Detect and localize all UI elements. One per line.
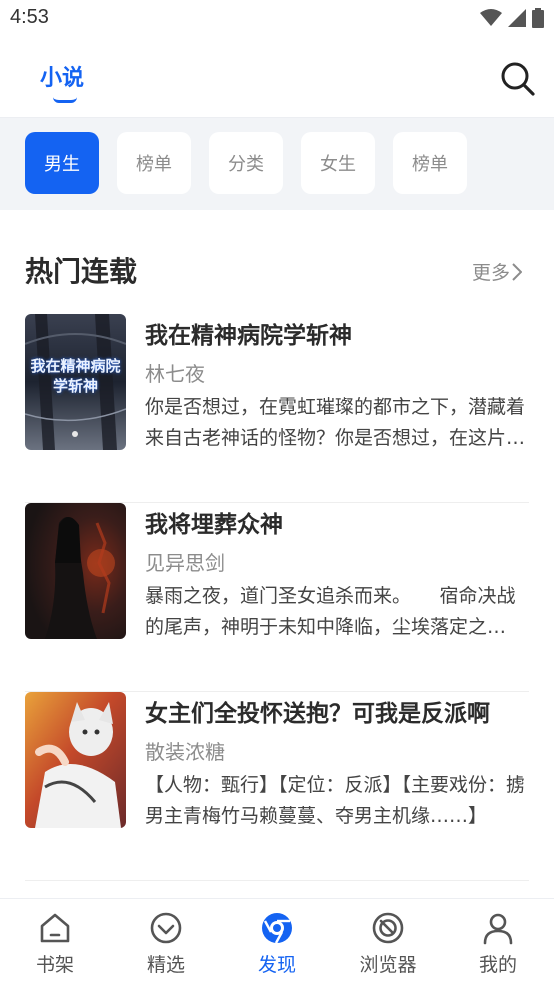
section-title: 热门连载 [25, 255, 138, 288]
discover-icon [262, 913, 292, 944]
tab-discover[interactable]: 发现 [237, 911, 317, 981]
battery-icon [532, 8, 544, 28]
book-cover[interactable] [25, 503, 126, 639]
book-title[interactable]: 我将埋葬众神 [145, 505, 530, 539]
chip-category[interactable]: 分类 [209, 132, 283, 194]
chip-ranking[interactable]: 榜单 [117, 132, 191, 194]
tab-bookshelf[interactable]: 书架 [15, 911, 95, 981]
tab-label: 书架 [35, 954, 74, 976]
more-label: 更多 [472, 262, 511, 284]
category-chip-bar: 男生 榜单 分类 女生 榜单 [0, 118, 554, 210]
tab-label: 精选 [146, 954, 185, 976]
book-cover-art [25, 503, 126, 639]
bottom-tab-bar: 书架 精选 发现 浏览器 我的 [0, 898, 554, 986]
divider [25, 880, 529, 881]
book-item[interactable]: 女主们全投怀送抱？可我是反派啊 散装浓糖 【人物：甄行】【定位：反派】【主要戏份… [0, 692, 554, 881]
top-header: 小说 [0, 40, 554, 118]
book-title[interactable]: 女主们全投怀送抱？可我是反派啊 [145, 694, 530, 728]
tab-browser[interactable]: 浏览器 [348, 911, 428, 981]
book-cover[interactable]: 我在精神病院学斩神 [25, 314, 126, 450]
book-cover[interactable] [25, 692, 126, 828]
book-cover-title: 我在精神病院学斩神 [30, 357, 121, 395]
status-icons [480, 8, 544, 28]
book-item[interactable]: 我在精神病院学斩神 我在精神病院学斩神 林七夜 你是否想过，在霓虹璀璨的都市之下… [0, 314, 554, 503]
tab-profile[interactable]: 我的 [458, 911, 538, 981]
chip-ranking-2[interactable]: 榜单 [393, 132, 467, 194]
tab-indicator [53, 97, 77, 103]
more-button[interactable]: 更多 [472, 258, 523, 285]
chevron-right-icon [512, 262, 523, 281]
book-item[interactable]: 我将埋葬众神 见异思剑 暴雨之夜，道门圣女追杀而来。 宿命决战的尾声，神明于未知… [0, 503, 554, 692]
book-description: 你是否想过，在霓虹璀璨的都市之下，潜藏着来自古老神话的怪物？你是否想过，在这片繁… [145, 396, 526, 449]
tab-label: 我的 [478, 954, 517, 976]
status-time: 4:53 [10, 6, 49, 28]
chip-female[interactable]: 女生 [301, 132, 375, 194]
profile-icon [483, 913, 513, 945]
status-bar: 4:53 [0, 0, 554, 40]
tab-label: 浏览器 [359, 954, 417, 976]
tab-novel[interactable]: 小说 [40, 60, 84, 92]
book-author: 散装浓糖 [145, 740, 225, 764]
featured-icon [150, 912, 182, 944]
wifi-icon [480, 9, 502, 26]
book-author: 林七夜 [145, 362, 205, 386]
tab-label: 发现 [257, 954, 296, 976]
chip-male[interactable]: 男生 [25, 132, 99, 194]
book-title[interactable]: 我在精神病院学斩神 [145, 316, 530, 350]
book-cover-art [25, 692, 126, 828]
browser-icon [372, 912, 404, 944]
book-description: 暴雨之夜，道门圣女追杀而来。 宿命决战的尾声，神明于未知中降临，尘埃落定之时…… [145, 585, 516, 638]
tab-featured[interactable]: 精选 [126, 911, 206, 981]
search-icon[interactable] [498, 59, 536, 97]
home-icon [40, 913, 70, 943]
signal-icon [508, 9, 526, 27]
book-author: 见异思剑 [145, 551, 225, 575]
book-description: 【人物：甄行】【定位：反派】【主要戏份：掳男主青梅竹马赖蔓蔓、夺男主机缘……】 [145, 774, 526, 827]
